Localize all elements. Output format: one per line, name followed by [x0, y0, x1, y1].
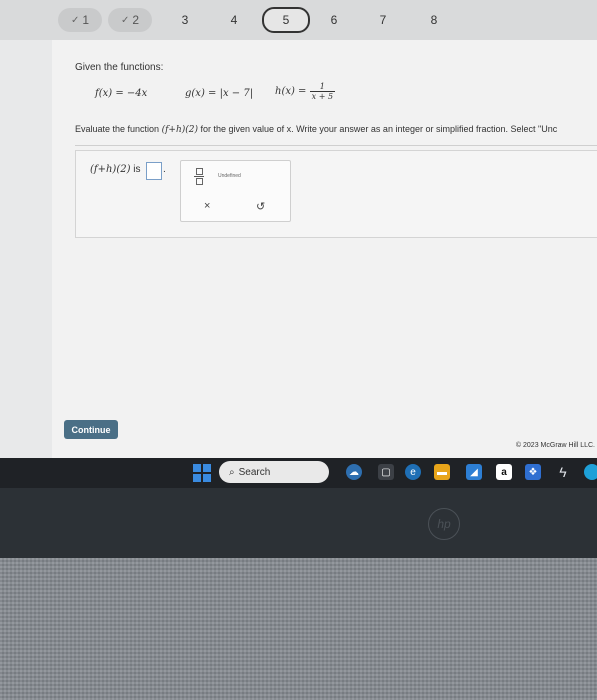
- windows-start-icon[interactable]: [193, 464, 211, 482]
- progress-step-7[interactable]: 7: [368, 8, 398, 32]
- undo-button[interactable]: ↺: [256, 200, 265, 213]
- divider: [75, 145, 597, 146]
- hp-logo: hp: [428, 508, 460, 540]
- progress-step-8[interactable]: 8: [419, 8, 449, 32]
- laptop-speaker-grille: [0, 558, 597, 700]
- amazon-icon[interactable]: a: [496, 464, 512, 480]
- function-h: h(x) = 1 x + 5: [275, 82, 336, 101]
- copyright-text: © 2023 McGraw Hill LLC.: [515, 442, 595, 449]
- question-intro: Given the functions:: [75, 62, 164, 73]
- task-view-icon[interactable]: ▢: [378, 464, 394, 480]
- fraction-numerator: 1: [319, 82, 325, 91]
- browser-edge-icon[interactable]: e: [405, 464, 421, 480]
- fraction-box-icon: [196, 168, 203, 175]
- search-icon: ⌕: [229, 466, 235, 478]
- question-area: [52, 40, 597, 458]
- progress-step-4[interactable]: 4: [219, 8, 249, 32]
- continue-button[interactable]: Continue: [64, 420, 118, 439]
- bolt-icon[interactable]: ϟ: [555, 464, 571, 480]
- fraction-template-button[interactable]: [194, 168, 204, 186]
- progress-step-1[interactable]: ✓ 1: [58, 8, 102, 32]
- function-h-fraction: 1 x + 5: [309, 82, 336, 101]
- progress-step-3[interactable]: 3: [170, 8, 200, 32]
- function-f: f(x) = −4x: [95, 88, 148, 99]
- fraction-box-icon: [196, 178, 203, 185]
- answer-label: (f+h)(2) is: [90, 164, 141, 175]
- weather-widget-icon[interactable]: ☁: [346, 464, 362, 480]
- fraction-denominator: x + 5: [309, 91, 336, 101]
- dropbox-icon[interactable]: ❖: [525, 464, 541, 480]
- undefined-button[interactable]: Undefined: [218, 173, 241, 179]
- function-g: g(x) = |x − 7|: [185, 88, 254, 99]
- app-icon[interactable]: [584, 464, 597, 480]
- file-explorer-icon[interactable]: ▬: [434, 464, 450, 480]
- check-icon: ✓: [120, 14, 130, 26]
- answer-input[interactable]: [146, 162, 162, 180]
- answer-period: .: [163, 164, 166, 175]
- check-icon: ✓: [70, 14, 80, 26]
- clear-button[interactable]: ×: [204, 200, 210, 212]
- taskbar-search[interactable]: ⌕ Search: [219, 461, 329, 483]
- question-progress-bar: ✓ 1 ✓ 2 3 4 5 6 7 8: [0, 0, 597, 40]
- progress-step-5-current[interactable]: 5: [262, 7, 310, 33]
- store-icon[interactable]: ◢: [466, 464, 482, 480]
- laptop-bezel: [0, 488, 597, 558]
- question-instruction: Evaluate the function (f+h)(2) for the g…: [75, 124, 558, 135]
- progress-step-6[interactable]: 6: [319, 8, 349, 32]
- progress-step-2[interactable]: ✓ 2: [108, 8, 152, 32]
- browser-screen: ✓ 1 ✓ 2 3 4 5 6 7 8 Given the functions: f…: [0, 0, 597, 458]
